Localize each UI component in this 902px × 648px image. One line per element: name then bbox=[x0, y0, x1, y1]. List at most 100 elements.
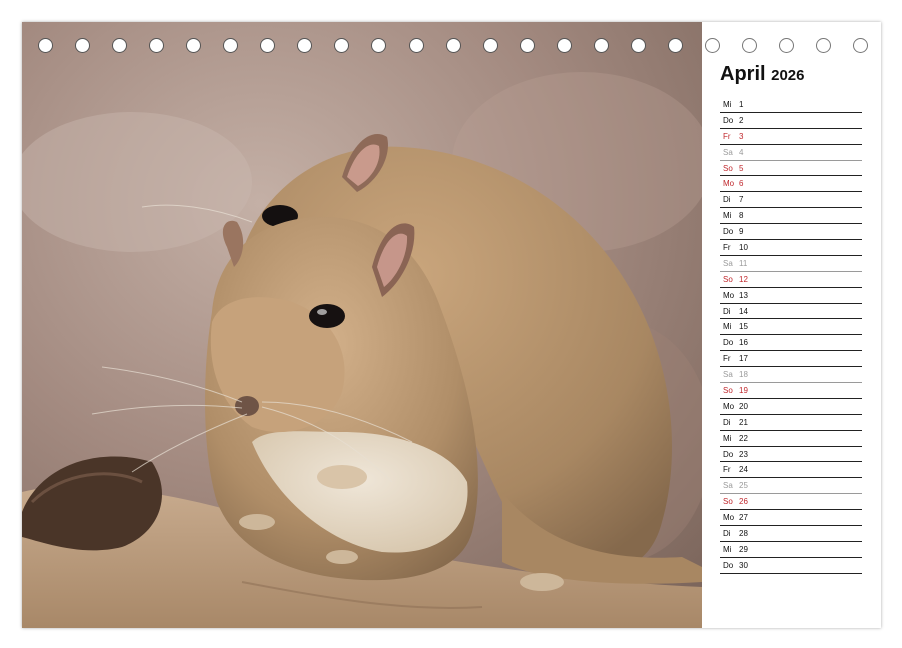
weekday-label: Di bbox=[723, 195, 731, 205]
day-row: Do 9 bbox=[720, 224, 862, 241]
day-row: Sa 4 bbox=[720, 145, 862, 161]
month-title: April 2026 bbox=[720, 62, 862, 88]
binding-hole bbox=[853, 38, 869, 53]
binding-hole bbox=[556, 38, 572, 53]
month-panel: April 2026 Mi 1 Do 2 Fr 3 Sa 4 So 5 Mo 6 Di 7 Mi 8 Do 9 Fr… bbox=[720, 62, 862, 574]
binding-hole bbox=[408, 38, 424, 53]
binding-hole bbox=[816, 38, 832, 53]
day-row: Sa 25 bbox=[720, 478, 862, 495]
day-number: 8 bbox=[739, 211, 744, 221]
binding-hole bbox=[593, 38, 609, 53]
weekday-label: Di bbox=[723, 529, 731, 539]
binding-hole bbox=[519, 38, 535, 53]
binding-hole bbox=[371, 38, 387, 53]
day-number: 24 bbox=[739, 465, 748, 475]
day-number: 9 bbox=[739, 227, 744, 237]
day-row: Do 16 bbox=[720, 335, 862, 352]
day-number: 2 bbox=[739, 115, 744, 125]
month-year: 2026 bbox=[771, 67, 805, 84]
day-number: 25 bbox=[739, 481, 748, 491]
binding-hole bbox=[630, 38, 646, 53]
weekday-label: Di bbox=[723, 306, 731, 316]
weekday-label: So bbox=[723, 163, 733, 173]
day-row: Mi 8 bbox=[720, 208, 862, 225]
weekday-label: Do bbox=[723, 338, 734, 348]
day-list: Mi 1 Do 2 Fr 3 Sa 4 So 5 Mo 6 Di 7 Mi 8 Do 9 Fr 10 Sa 11 So 12 M… bbox=[720, 97, 862, 574]
day-row: Di 7 bbox=[720, 192, 862, 209]
weekday-label: Do bbox=[723, 227, 734, 237]
binding-hole bbox=[149, 38, 165, 53]
day-number: 26 bbox=[739, 497, 748, 507]
weekday-label: Fr bbox=[723, 354, 731, 364]
binding-hole bbox=[779, 38, 794, 53]
day-row: So 5 bbox=[720, 161, 862, 177]
binding-hole bbox=[445, 38, 461, 53]
spiral-binding bbox=[22, 38, 881, 58]
day-number: 14 bbox=[739, 306, 748, 316]
weekday-label: Mi bbox=[723, 322, 732, 332]
weekday-label: Mo bbox=[723, 179, 735, 189]
binding-hole bbox=[75, 38, 91, 53]
binding-hole bbox=[112, 38, 128, 53]
binding-hole bbox=[667, 38, 683, 53]
weekday-label: Mo bbox=[723, 513, 735, 523]
day-row: Mi 1 bbox=[720, 97, 862, 113]
day-number: 1 bbox=[739, 100, 744, 109]
weekday-label: Fr bbox=[723, 465, 731, 475]
day-number: 11 bbox=[739, 258, 748, 268]
weekday-label: Mi bbox=[723, 211, 732, 221]
weekday-label: So bbox=[723, 497, 733, 507]
day-row: So 12 bbox=[720, 272, 862, 288]
weekday-label: Mi bbox=[723, 100, 732, 109]
day-row: Do 2 bbox=[720, 113, 862, 129]
day-row: Fr 10 bbox=[720, 240, 862, 256]
day-row: Mo 20 bbox=[720, 399, 862, 415]
day-row: Mo 13 bbox=[720, 288, 862, 304]
weekday-label: Do bbox=[723, 449, 734, 459]
day-row: Di 21 bbox=[720, 415, 862, 431]
day-number: 15 bbox=[739, 322, 748, 332]
gerbils-illustration bbox=[22, 22, 702, 628]
day-number: 19 bbox=[739, 386, 748, 396]
weekday-label: Fr bbox=[723, 243, 731, 253]
day-row: Fr 24 bbox=[720, 462, 862, 479]
calendar-page: April 2026 Mi 1 Do 2 Fr 3 Sa 4 So 5 Mo 6 Di 7 Mi 8 Do 9 Fr… bbox=[22, 22, 881, 628]
weekday-label: Sa bbox=[723, 481, 733, 491]
weekday-label: So bbox=[723, 274, 733, 284]
binding-hole bbox=[334, 38, 350, 53]
day-number: 20 bbox=[739, 401, 748, 411]
weekday-label: Sa bbox=[723, 147, 733, 157]
day-row: Mi 22 bbox=[720, 431, 862, 447]
binding-hole bbox=[704, 38, 720, 53]
day-row: Sa 11 bbox=[720, 256, 862, 272]
day-row: Mo 27 bbox=[720, 510, 862, 527]
weekday-label: Do bbox=[723, 115, 734, 125]
day-number: 16 bbox=[739, 338, 748, 348]
day-number: 21 bbox=[739, 417, 748, 427]
binding-hole bbox=[223, 38, 239, 53]
weekday-label: Mi bbox=[723, 544, 732, 554]
binding-hole bbox=[260, 38, 276, 53]
day-row: Do 30 bbox=[720, 558, 862, 574]
weekday-label: So bbox=[723, 386, 733, 396]
binding-hole bbox=[38, 38, 53, 53]
day-number: 4 bbox=[739, 147, 744, 157]
day-row: Mi 15 bbox=[720, 319, 862, 336]
day-number: 18 bbox=[739, 370, 748, 380]
binding-hole bbox=[297, 38, 313, 53]
binding-hole bbox=[482, 38, 498, 53]
day-row: Di 14 bbox=[720, 304, 862, 320]
day-number: 7 bbox=[739, 195, 744, 205]
day-number: 30 bbox=[739, 560, 748, 570]
day-number: 6 bbox=[739, 179, 744, 189]
binding-hole bbox=[186, 38, 202, 53]
day-row: Di 28 bbox=[720, 526, 862, 542]
binding-hole bbox=[741, 38, 757, 53]
day-number: 29 bbox=[739, 544, 748, 554]
weekday-label: Fr bbox=[723, 131, 731, 141]
weekday-label: Sa bbox=[723, 370, 733, 380]
day-number: 12 bbox=[739, 274, 748, 284]
day-row: Mo 6 bbox=[720, 176, 862, 193]
day-row: Mi 29 bbox=[720, 542, 862, 558]
day-row: Sa 18 bbox=[720, 367, 862, 384]
